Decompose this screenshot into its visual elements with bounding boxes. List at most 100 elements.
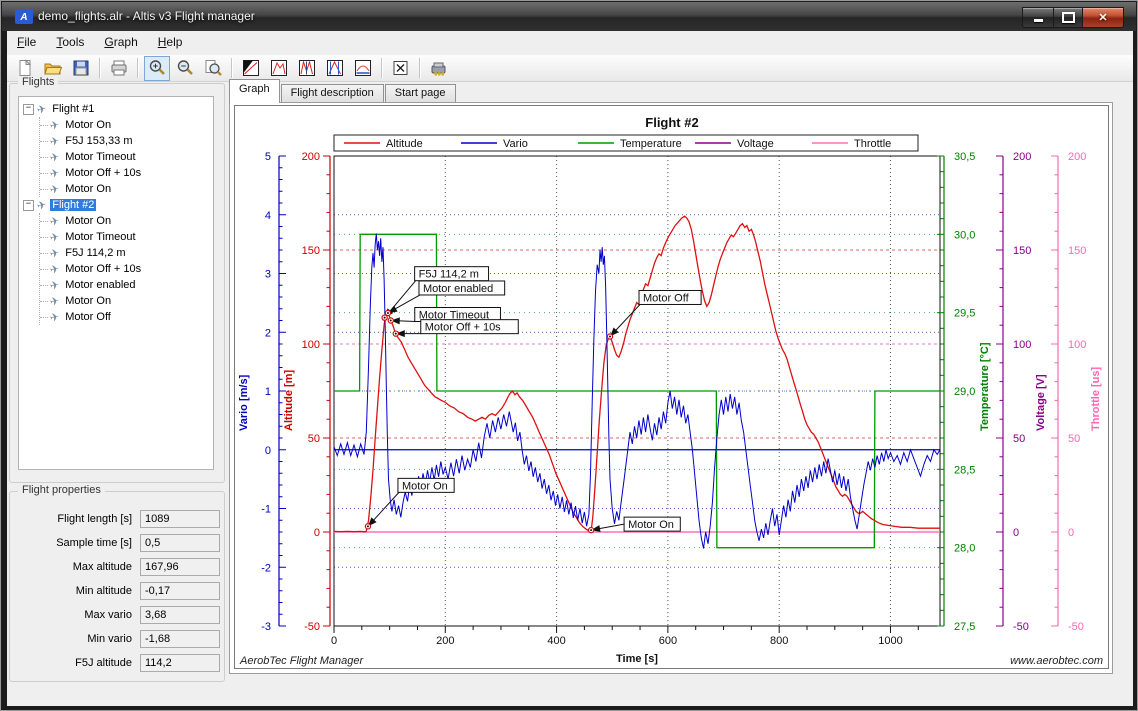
svg-text:29,0: 29,0 [954, 386, 975, 398]
svg-text:0: 0 [265, 445, 271, 457]
axis-title: Altitude [m] [283, 370, 295, 431]
flight-properties-title: Flight properties [18, 484, 105, 496]
plane-icon: ✈ [49, 262, 61, 277]
property-row: Max altitude 167,96 [10, 558, 224, 576]
svg-text:A: A [19, 12, 27, 23]
tree-event-node[interactable]: ✈Motor Off [40, 309, 213, 325]
svg-text:Motor On: Motor On [402, 480, 448, 492]
tree-event-node[interactable]: ✈Motor Off + 10s [40, 261, 213, 277]
close-button[interactable]: ✕ [1083, 7, 1124, 28]
svg-text:200: 200 [436, 635, 454, 647]
svg-text:200: 200 [1068, 151, 1086, 163]
svg-text:29,5: 29,5 [954, 308, 975, 320]
flights-tree: −✈Flight #1✈Motor On✈F5J 153,33 m✈Motor … [18, 96, 214, 470]
open-icon [43, 58, 63, 78]
menu-graph[interactable]: Graph [94, 31, 147, 55]
flights-panel: Flights −✈Flight #1✈Motor On✈F5J 153,33 … [9, 83, 225, 483]
save-icon [71, 58, 91, 78]
svg-text:-2: -2 [261, 562, 271, 574]
graph-altitude-button[interactable] [266, 56, 292, 81]
plane-icon: ✈ [49, 150, 61, 165]
svg-text:-50: -50 [1013, 621, 1029, 633]
svg-text:4: 4 [265, 210, 271, 222]
flight-graph[interactable]: Flight #2AltitudeVarioTemperatureVoltage… [235, 106, 1108, 668]
plane-icon: ✈ [49, 278, 61, 293]
property-row: Min vario-1,68 [10, 630, 224, 648]
zoom-in-icon [147, 58, 167, 78]
property-value-field[interactable]: 3,68 [140, 606, 220, 624]
tree-event-node[interactable]: ✈Motor On [40, 293, 213, 309]
axis-title: Temperature [°C] [979, 342, 991, 431]
axis-title: Vario [m/s] [238, 374, 250, 431]
property-label: Max altitude [10, 558, 132, 576]
plane-icon: ✈ [49, 134, 61, 149]
maximize-button[interactable] [1054, 7, 1083, 28]
flight-properties-panel: Flight properties Flight length [s]1089S… [9, 491, 225, 682]
property-value-field[interactable]: -1,68 [140, 630, 220, 648]
property-value-field[interactable]: 167,96 [140, 558, 220, 576]
toolbar-separator [381, 58, 383, 78]
zoom-out-button[interactable] [172, 56, 198, 81]
svg-text:0: 0 [314, 527, 320, 539]
tree-expander-icon[interactable]: − [23, 104, 34, 115]
tree-event-node[interactable]: ✈Motor Timeout [40, 229, 213, 245]
print-button[interactable] [106, 56, 132, 81]
titlebar[interactable]: A demo_flights.alr - Altis v3 Flight man… [2, 2, 1136, 31]
tab-start-page[interactable]: Start page [385, 84, 456, 103]
device-connect-button[interactable] [426, 56, 452, 81]
legend-label: Altitude [386, 138, 423, 150]
svg-text:50: 50 [1068, 433, 1080, 445]
tree-expander-icon[interactable]: − [23, 200, 34, 211]
svg-text:28,0: 28,0 [954, 543, 975, 555]
svg-text:100: 100 [302, 339, 320, 351]
tree-flight-node[interactable]: −✈Flight #1 [23, 101, 213, 117]
menu-help[interactable]: Help [148, 31, 193, 55]
svg-text:1000: 1000 [878, 635, 902, 647]
zoom-page-icon [203, 58, 223, 78]
graph-altitude-vario-button[interactable] [322, 56, 348, 81]
svg-text:27,5: 27,5 [954, 621, 975, 633]
tree-event-node[interactable]: ✈F5J 114,2 m [40, 245, 213, 261]
zoom-in-button[interactable] [144, 56, 170, 81]
property-value-field[interactable]: 114,2 [140, 654, 220, 672]
svg-text:100: 100 [1068, 339, 1086, 351]
clear-graph-button[interactable] [388, 56, 414, 81]
menu-file[interactable]: File [7, 31, 46, 55]
tab-flight-description[interactable]: Flight description [281, 84, 384, 103]
tree-event-node[interactable]: ✈Motor Off + 10s [40, 165, 213, 181]
tree-event-node[interactable]: ✈Motor enabled [40, 277, 213, 293]
plane-icon: ✈ [49, 230, 61, 245]
menu-tools[interactable]: Tools [46, 31, 94, 55]
svg-text:-3: -3 [261, 621, 271, 633]
property-value-field[interactable]: 0,5 [140, 534, 220, 552]
tree-event-node[interactable]: ✈Motor On [40, 213, 213, 229]
plane-icon: ✈ [49, 246, 61, 261]
minimize-button[interactable] [1022, 7, 1054, 28]
svg-text:2: 2 [265, 327, 271, 339]
save-button[interactable] [68, 56, 94, 81]
svg-text:F5J 114,2 m: F5J 114,2 m [419, 269, 479, 281]
legend-label: Vario [503, 138, 528, 150]
tree-event-node[interactable]: ✈Motor On [40, 117, 213, 133]
tab-graph[interactable]: Graph [229, 79, 280, 103]
svg-text:150: 150 [1068, 245, 1086, 257]
graph-vario-button[interactable] [294, 56, 320, 81]
tree-flight-node[interactable]: −✈Flight #2 [23, 197, 213, 213]
toolbar-separator [419, 58, 421, 78]
zoom-page-button[interactable] [200, 56, 226, 81]
property-value-field[interactable]: 1089 [140, 510, 220, 528]
svg-text:600: 600 [659, 635, 677, 647]
graph-temperature-button[interactable] [350, 56, 376, 81]
tree-event-node[interactable]: ✈F5J 153,33 m [40, 133, 213, 149]
toolbar-separator [137, 58, 139, 78]
graph-overview-button[interactable] [238, 56, 264, 81]
tree-event-node[interactable]: ✈Motor Timeout [40, 149, 213, 165]
window-title: demo_flights.alr - Altis v3 Flight manag… [38, 9, 255, 23]
svg-text:-1: -1 [261, 504, 271, 516]
plane-icon: ✈ [36, 198, 48, 213]
plane-icon: ✈ [49, 182, 61, 197]
svg-text:800: 800 [770, 635, 788, 647]
property-value-field[interactable]: -0,17 [140, 582, 220, 600]
tree-event-node[interactable]: ✈Motor On [40, 181, 213, 197]
svg-text:400: 400 [547, 635, 565, 647]
